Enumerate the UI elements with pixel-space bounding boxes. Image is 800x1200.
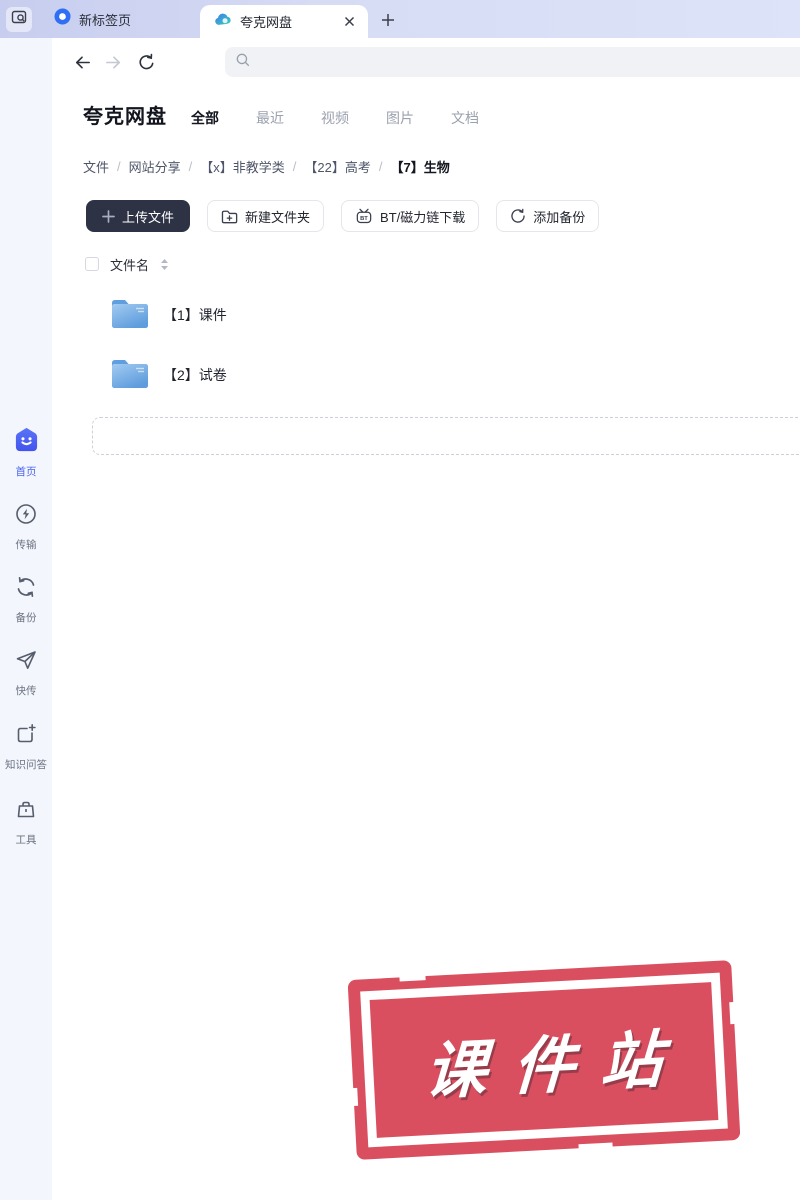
view-tabs: 全部 最近 视频 图片 文档: [191, 108, 479, 128]
breadcrumb-separator: /: [378, 159, 383, 174]
transfer-icon: [14, 502, 38, 531]
stamp-text: 课件站: [422, 1024, 691, 1108]
sidebar-item-transfer[interactable]: 传输: [0, 502, 52, 552]
add-backup-button[interactable]: 添加备份: [496, 200, 600, 232]
app-sidebar: 首页 传输 备份 快传 知识问答 工具: [0, 38, 52, 1200]
browser-toolbar: [52, 38, 800, 85]
breadcrumb-item[interactable]: 文件: [83, 157, 109, 176]
tab-label: 新标签页: [79, 12, 132, 28]
sidebar-item-label: 工具: [15, 834, 37, 846]
back-icon: [75, 55, 90, 69]
paper-plane-icon: [14, 648, 38, 677]
plus-icon: [102, 209, 115, 223]
search-icon: [235, 52, 251, 73]
breadcrumb-item[interactable]: 【x】非教学类: [200, 157, 285, 176]
upload-file-button[interactable]: 上传文件: [86, 200, 191, 232]
stamp-watermark: 课件站: [347, 960, 741, 1160]
page-title: 夸克网盘: [83, 106, 167, 128]
svg-text:BT: BT: [360, 216, 368, 222]
file-name: 【1】课件: [163, 307, 227, 323]
folder-icon: [110, 356, 150, 395]
toolbox-icon: [14, 797, 38, 826]
sidebar-item-label: 传输: [15, 539, 37, 551]
sidebar-item-home[interactable]: 首页: [0, 426, 52, 479]
file-list-header: 文件名: [85, 250, 169, 278]
stamp-inner-plate: 课件站: [369, 982, 719, 1138]
button-label: BT/磁力链下载: [380, 209, 466, 225]
sidebar-item-label: 备份: [15, 612, 37, 624]
file-row-folder-1[interactable]: 【1】课件: [92, 285, 792, 345]
bt-magnet-download-button[interactable]: BT BT/磁力链下载: [341, 200, 480, 232]
sidebar-item-backup[interactable]: 备份: [0, 575, 52, 625]
action-button-row: 上传文件 新建文件夹 BT BT/磁力链下载 添加备份: [86, 200, 600, 232]
refresh-button[interactable]: [135, 51, 157, 73]
tab-recent[interactable]: 最近: [256, 108, 284, 128]
tab-label: 夸克网盘: [240, 15, 293, 30]
browser-tab-bar: 新标签页 夸克网盘: [0, 0, 800, 38]
tab-images[interactable]: 图片: [386, 108, 414, 128]
sidebar-item-knowledge-qa[interactable]: 知识问答: [0, 722, 52, 772]
new-tab-button[interactable]: [376, 8, 400, 32]
sidebar-item-label: 快传: [15, 685, 37, 697]
button-label: 添加备份: [533, 209, 586, 225]
forward-icon: [105, 55, 120, 69]
button-label: 新建文件夹: [245, 209, 311, 225]
breadcrumb-item[interactable]: 网站分享: [129, 157, 181, 176]
sidebar-item-label: 知识问答: [5, 759, 47, 771]
stamp-texture: [352, 1087, 359, 1107]
backup-icon: [14, 575, 38, 604]
browser-tab-quark-drive[interactable]: 夸克网盘: [200, 5, 368, 38]
add-backup-icon: [511, 208, 525, 223]
stamp-texture: [729, 1001, 736, 1025]
sidebar-item-tools[interactable]: 工具: [0, 797, 52, 847]
select-all-checkbox[interactable]: [85, 257, 99, 271]
forward-button[interactable]: [102, 51, 124, 73]
tab-documents[interactable]: 文档: [451, 108, 479, 128]
close-icon[interactable]: [340, 13, 358, 31]
breadcrumb: 文件 / 网站分享 / 【x】非教学类 / 【22】高考 / 【7】生物: [83, 157, 450, 176]
button-label: 上传文件: [122, 209, 175, 225]
refresh-icon: [138, 53, 153, 69]
folder-icon: [110, 296, 150, 335]
quark-cloud-icon: [214, 12, 232, 32]
sidebar-item-fast-transfer[interactable]: 快传: [0, 648, 52, 698]
bt-icon: BT: [355, 208, 373, 224]
home-icon: [13, 426, 40, 458]
page-header: 夸克网盘 全部 最近 视频 图片 文档: [83, 100, 479, 129]
filename-column-header[interactable]: 文件名: [110, 255, 149, 274]
breadcrumb-separator: /: [292, 159, 297, 174]
tab-videos[interactable]: 视频: [321, 108, 349, 128]
tab-search-icon: [11, 9, 27, 30]
quark-browser-window: 新标签页 夸克网盘 首页 传输 备份 快传 知识问答 工具 夸克网盘 全部 最近…: [0, 0, 800, 1200]
sort-icon[interactable]: [160, 258, 169, 271]
new-folder-button[interactable]: 新建文件夹: [207, 200, 325, 232]
breadcrumb-separator: /: [188, 159, 193, 174]
breadcrumb-item[interactable]: 【22】高考: [304, 157, 370, 176]
upload-dropzone: [92, 417, 800, 455]
file-row-folder-2[interactable]: 【2】试卷: [92, 345, 792, 405]
breadcrumb-separator: /: [117, 159, 121, 174]
breadcrumb-item-current: 【7】生物: [390, 160, 450, 175]
address-search-bar[interactable]: [225, 47, 800, 77]
tab-search-button[interactable]: [6, 7, 32, 32]
file-name: 【2】试卷: [163, 367, 227, 383]
newtab-favicon: [54, 8, 71, 30]
browser-tab-newtab[interactable]: 新标签页: [40, 0, 145, 38]
stamp-texture: [399, 974, 426, 982]
back-button[interactable]: [71, 51, 93, 73]
new-folder-icon: [221, 210, 238, 223]
tab-all[interactable]: 全部: [191, 108, 219, 128]
sidebar-item-label: 首页: [15, 466, 37, 478]
plus-icon: [382, 14, 394, 26]
knowledge-qa-icon: [14, 722, 38, 751]
